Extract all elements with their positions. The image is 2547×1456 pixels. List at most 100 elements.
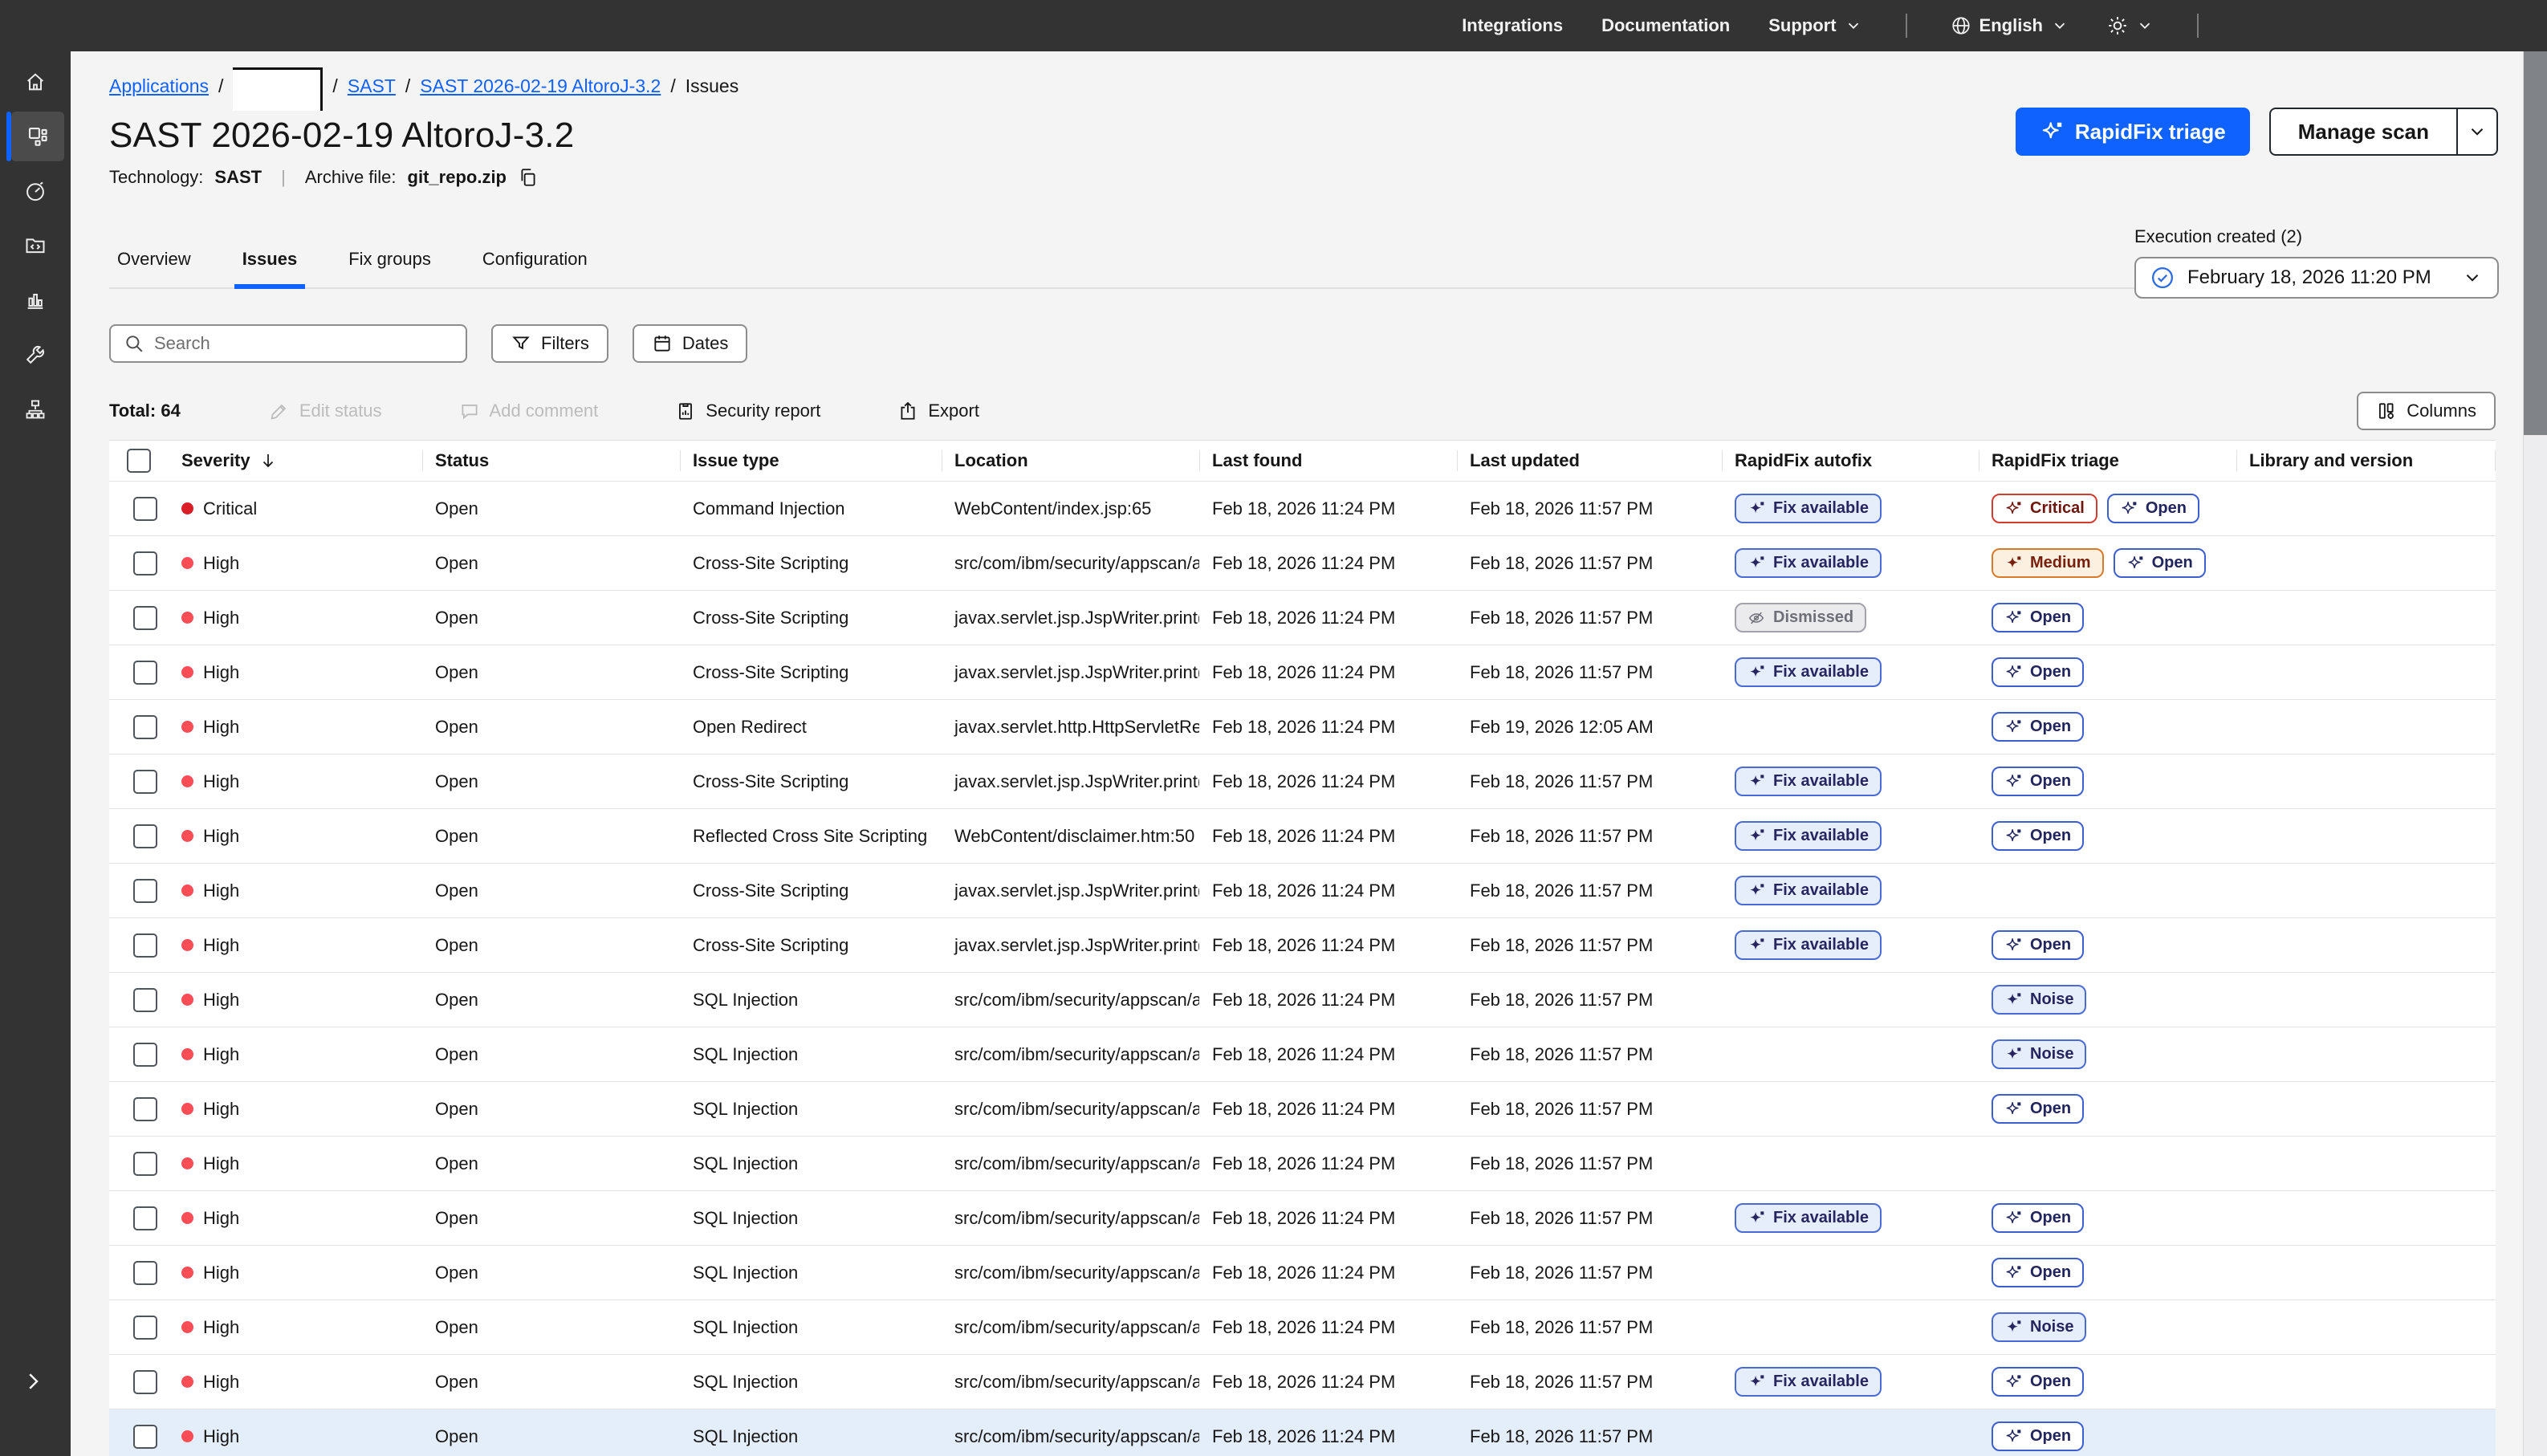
column-header-last-updated[interactable]: Last updated <box>1457 441 1722 481</box>
row-checkbox[interactable] <box>133 661 157 685</box>
column-header-rapidfix-triage[interactable]: RapidFix triage <box>1979 441 2236 481</box>
row-checkbox[interactable] <box>133 497 157 521</box>
dates-button[interactable]: Dates <box>633 324 747 363</box>
table-row[interactable]: High Open SQL Injection src/com/ibm/secu… <box>109 1082 2496 1137</box>
row-checkbox[interactable] <box>133 715 157 739</box>
badge-medium[interactable]: Medium <box>1992 548 2104 578</box>
badge-open[interactable]: Open <box>1992 1094 2084 1124</box>
breadcrumb-applications[interactable]: Applications <box>109 72 209 100</box>
manage-scan-dropdown[interactable] <box>2456 109 2496 154</box>
row-checkbox[interactable] <box>133 1370 157 1394</box>
row-checkbox[interactable] <box>133 1425 157 1449</box>
badge-open[interactable]: Open <box>1992 603 2084 632</box>
row-checkbox[interactable] <box>133 551 157 575</box>
language-menu[interactable]: English <box>1951 15 2069 36</box>
nav-documentation[interactable]: Documentation <box>1601 15 1730 36</box>
sidebar-item-scans[interactable] <box>0 164 71 218</box>
badge-open[interactable]: Open <box>1992 767 2084 796</box>
table-row[interactable]: High Open Cross-Site Scripting javax.ser… <box>109 918 2496 973</box>
sidebar-item-code-repos[interactable] <box>0 218 71 273</box>
column-header-rapidfix-autofix[interactable]: RapidFix autofix <box>1722 441 1979 481</box>
table-row[interactable]: High Open SQL Injection src/com/ibm/secu… <box>109 1027 2496 1082</box>
select-all-checkbox[interactable] <box>127 449 151 473</box>
row-checkbox[interactable] <box>133 1043 157 1067</box>
badge-critical[interactable]: Critical <box>1992 494 2097 523</box>
sidebar-item-reports[interactable] <box>0 273 71 327</box>
table-row[interactable]: High Open SQL Injection src/com/ibm/secu… <box>109 1246 2496 1300</box>
rapidfix-triage-button[interactable]: RapidFix triage <box>2016 108 2250 156</box>
edit-status-button[interactable]: Edit status <box>269 401 382 421</box>
badge-open[interactable]: Open <box>1992 712 2084 742</box>
table-row[interactable]: High Open Cross-Site Scripting javax.ser… <box>109 754 2496 809</box>
row-checkbox[interactable] <box>133 1152 157 1176</box>
badge-dismissed[interactable]: Dismissed <box>1735 603 1866 632</box>
search-input[interactable] <box>154 333 453 354</box>
badge-fix-available[interactable]: Fix available <box>1735 767 1882 796</box>
tab-issues[interactable]: Issues <box>234 249 306 289</box>
row-checkbox[interactable] <box>133 770 157 794</box>
sidebar-expand-button[interactable] <box>21 1369 45 1393</box>
table-row[interactable]: High Open Cross-Site Scripting javax.ser… <box>109 645 2496 700</box>
nav-integrations[interactable]: Integrations <box>1462 15 1563 36</box>
column-header-status[interactable]: Status <box>422 441 680 481</box>
badge-fix-available[interactable]: Fix available <box>1735 930 1882 960</box>
row-checkbox[interactable] <box>133 1316 157 1340</box>
table-row[interactable]: High Open SQL Injection src/com/ibm/secu… <box>109 1355 2496 1409</box>
column-header-issue-type[interactable]: Issue type <box>680 441 942 481</box>
table-row[interactable]: High Open SQL Injection src/com/ibm/secu… <box>109 973 2496 1027</box>
column-header-severity[interactable]: Severity <box>169 441 422 481</box>
breadcrumb-sast[interactable]: SAST <box>348 72 396 100</box>
row-checkbox[interactable] <box>133 988 157 1012</box>
row-checkbox[interactable] <box>133 879 157 903</box>
table-row[interactable]: High Open SQL Injection src/com/ibm/secu… <box>109 1137 2496 1191</box>
badge-open[interactable]: Open <box>1992 821 2084 851</box>
badge-noise[interactable]: Noise <box>1992 985 2086 1015</box>
badge-fix-available[interactable]: Fix available <box>1735 1367 1882 1397</box>
badge-open[interactable]: Open <box>1992 1367 2084 1397</box>
execution-select[interactable]: February 18, 2026 11:20 PM <box>2134 257 2499 299</box>
add-comment-button[interactable]: Add comment <box>459 401 599 421</box>
tab-overview[interactable]: Overview <box>109 249 199 289</box>
theme-menu[interactable] <box>2107 15 2154 36</box>
tab-fix-groups[interactable]: Fix groups <box>340 249 439 289</box>
scrollbar-thumb[interactable] <box>2524 51 2547 435</box>
table-row[interactable]: High Open SQL Injection src/com/ibm/secu… <box>109 1300 2496 1355</box>
breadcrumb-scan[interactable]: SAST 2026-02-19 AltoroJ-3.2 <box>420 72 661 100</box>
badge-noise[interactable]: Noise <box>1992 1039 2086 1069</box>
export-button[interactable]: Export <box>897 401 979 421</box>
badge-fix-available[interactable]: Fix available <box>1735 548 1882 578</box>
row-checkbox[interactable] <box>133 1261 157 1285</box>
badge-open[interactable]: Open <box>1992 657 2084 687</box>
badge-noise[interactable]: Noise <box>1992 1312 2086 1342</box>
table-row[interactable]: High Open Cross-Site Scripting javax.ser… <box>109 864 2496 918</box>
table-row[interactable]: High Open Open Redirect javax.servlet.ht… <box>109 700 2496 754</box>
badge-open[interactable]: Open <box>2107 494 2199 523</box>
badge-open[interactable]: Open <box>1992 1203 2084 1233</box>
row-checkbox[interactable] <box>133 606 157 630</box>
table-row[interactable]: High Open SQL Injection src/com/ibm/secu… <box>109 1409 2496 1456</box>
table-row[interactable]: Critical Open Command Injection WebConte… <box>109 482 2496 536</box>
badge-fix-available[interactable]: Fix available <box>1735 876 1882 905</box>
table-row[interactable]: High Open SQL Injection src/com/ibm/secu… <box>109 1191 2496 1246</box>
filters-button[interactable]: Filters <box>491 324 608 363</box>
badge-fix-available[interactable]: Fix available <box>1735 821 1882 851</box>
column-header-library[interactable]: Library and version <box>2236 441 2496 481</box>
sidebar-item-network[interactable] <box>0 382 71 437</box>
column-header-last-found[interactable]: Last found <box>1199 441 1457 481</box>
column-header-location[interactable]: Location <box>942 441 1199 481</box>
table-row[interactable]: High Open Cross-Site Scripting src/com/i… <box>109 536 2496 591</box>
row-checkbox[interactable] <box>133 1097 157 1121</box>
copy-icon[interactable] <box>518 167 539 188</box>
row-checkbox[interactable] <box>133 933 157 958</box>
security-report-button[interactable]: Security report <box>675 401 820 421</box>
badge-fix-available[interactable]: Fix available <box>1735 1203 1882 1233</box>
badge-open[interactable]: Open <box>1992 930 2084 960</box>
badge-open[interactable]: Open <box>1992 1258 2084 1287</box>
badge-open[interactable]: Open <box>1992 1421 2084 1451</box>
sidebar-item-tools[interactable] <box>0 327 71 382</box>
manage-scan-button[interactable]: Manage scan <box>2269 108 2498 156</box>
table-row[interactable]: High Open Cross-Site Scripting javax.ser… <box>109 591 2496 645</box>
row-checkbox[interactable] <box>133 824 157 848</box>
badge-fix-available[interactable]: Fix available <box>1735 657 1882 687</box>
table-row[interactable]: High Open Reflected Cross Site Scripting… <box>109 809 2496 864</box>
